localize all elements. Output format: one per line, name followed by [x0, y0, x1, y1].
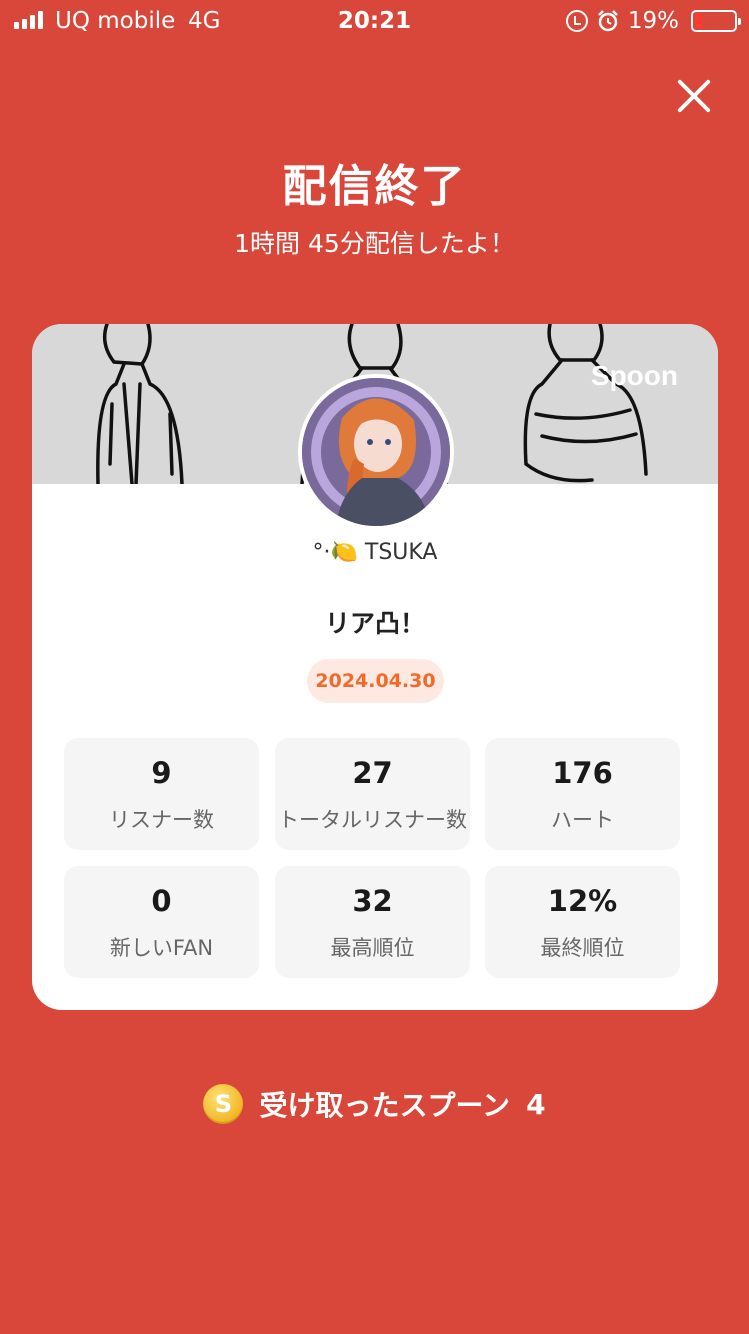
broadcast-summary-card: Spoon °·🍋 TSUKA リア凸！ 2024.04.30 9 リスナー数 …	[32, 324, 718, 1010]
orientation-lock-icon	[565, 10, 588, 32]
stat-final-rank: 12% 最終順位	[485, 866, 680, 978]
broadcaster-name: °·🍋 TSUKA	[312, 540, 438, 565]
battery-icon	[691, 10, 741, 32]
status-right: 19%	[565, 8, 741, 34]
spoon-logo: Spoon	[590, 360, 678, 391]
broadcast-date: 2024.04.30	[307, 659, 444, 703]
stat-label: ハート	[551, 808, 614, 832]
stat-listeners: 9 リスナー数	[64, 738, 259, 850]
avatar[interactable]	[298, 374, 454, 530]
avatar-image	[302, 378, 450, 526]
stat-label: リスナー数	[109, 808, 214, 832]
stat-label: 最終順位	[540, 936, 625, 960]
stat-value: 32	[352, 884, 393, 918]
battery-percent: 19%	[627, 8, 679, 34]
stat-value: 0	[151, 884, 172, 918]
page-title: 配信終了	[282, 161, 467, 212]
stat-label: 新しいFAN	[109, 936, 214, 960]
battery-fill	[695, 14, 702, 28]
stream-title: リア凸！	[324, 609, 425, 638]
spoons-received: S 受け取ったスプーン 4	[0, 1084, 749, 1124]
alarm-icon	[597, 10, 618, 32]
stat-value: 176	[552, 756, 613, 790]
stat-label: 最高順位	[330, 936, 415, 960]
status-bar: UQ mobile 4G 20:21 19%	[0, 0, 749, 42]
stat-highest-rank: 32 最高順位	[275, 866, 470, 978]
stat-label: トータルリスナー数	[278, 808, 467, 832]
stat-value: 12%	[547, 884, 618, 918]
close-button[interactable]	[670, 72, 718, 120]
stat-value: 9	[151, 756, 172, 790]
stat-total-listeners: 27 トータルリスナー数	[275, 738, 470, 850]
spoon-coin-icon: S	[203, 1084, 244, 1124]
stat-value: 27	[352, 756, 393, 790]
spoons-count: 4	[526, 1087, 546, 1121]
spoons-label: 受け取ったスプーン	[259, 1089, 511, 1122]
stat-new-fans: 0 新しいFAN	[64, 866, 259, 978]
broadcast-duration: 1時間 45分配信したよ！	[234, 229, 515, 258]
stat-hearts: 176 ハート	[485, 738, 680, 850]
